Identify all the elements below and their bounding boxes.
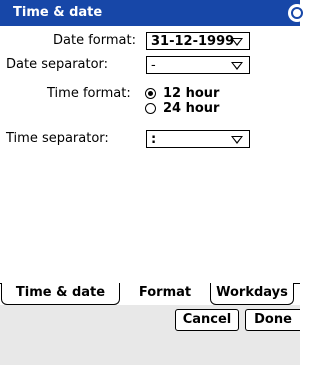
title-bar: Time & date: [0, 0, 306, 26]
chevron-down-icon: [231, 62, 243, 70]
tab-format[interactable]: Format: [120, 283, 210, 305]
date-separator-select[interactable]: -: [146, 56, 250, 74]
radio-selected-icon: [145, 88, 156, 99]
date-format-label: Date format:: [53, 33, 136, 48]
chevron-down-icon: [231, 38, 243, 46]
date-format-value: 31-12-1999: [151, 34, 235, 49]
radio-24-hour-label: 24 hour: [163, 101, 220, 116]
chevron-down-icon: [231, 136, 243, 144]
done-button[interactable]: Done: [245, 309, 300, 331]
date-separator-label: Date separator:: [6, 57, 109, 72]
time-separator-select[interactable]: :: [146, 130, 250, 148]
time-separator-label: Time separator:: [6, 131, 109, 146]
window-title: Time & date: [13, 5, 103, 20]
tab-strip: Time & date Format Workdays: [0, 283, 300, 305]
cancel-button[interactable]: Cancel: [175, 309, 239, 331]
command-bar: Cancel Done: [0, 305, 300, 365]
format-panel: Date format: 31-12-1999 Date separator: …: [0, 26, 300, 283]
tab-time-and-date[interactable]: Time & date: [1, 283, 120, 305]
date-format-select[interactable]: 31-12-1999: [146, 32, 250, 50]
circle-button-icon[interactable]: [288, 4, 306, 22]
date-separator-value: -: [151, 58, 156, 73]
tab-workdays[interactable]: Workdays: [210, 283, 294, 305]
radio-unselected-icon: [145, 103, 156, 114]
time-format-label: Time format:: [47, 86, 131, 101]
time-separator-value: :: [151, 132, 157, 147]
radio-12-hour-label: 12 hour: [163, 86, 220, 101]
